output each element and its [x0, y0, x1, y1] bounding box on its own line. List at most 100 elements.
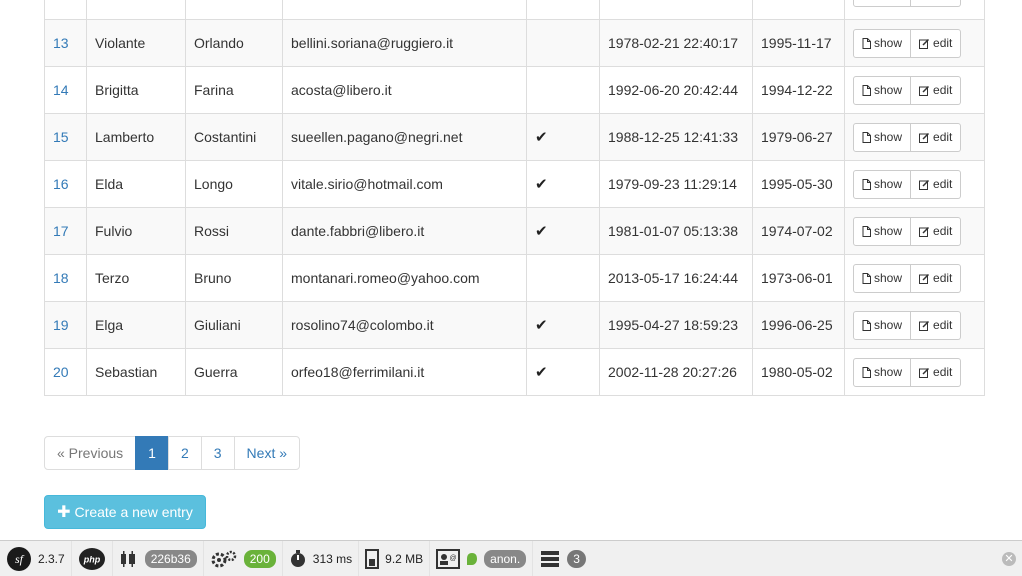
birth-date-cell: 1979-06-27 — [752, 113, 845, 161]
entry-id-cell: 18 — [44, 254, 87, 302]
page-link-1[interactable]: 1 — [135, 436, 169, 470]
enabled-cell — [526, 254, 600, 302]
table-row: 18 Terzo Bruno montanari.romeo@yahoo.com 201… — [44, 254, 985, 302]
edit-label: edit — [933, 83, 953, 97]
email-cell: orfeo18@ferrimilani.it — [282, 348, 527, 396]
checkmark-icon: ✔ — [535, 317, 548, 334]
created-at-cell: 1981-01-07 05:13:38 — [599, 207, 753, 255]
entry-id-link[interactable]: 19 — [53, 317, 69, 333]
file-icon — [862, 37, 871, 49]
row-actions: show edit — [853, 263, 962, 293]
toolbar-time[interactable]: 313 ms — [283, 540, 360, 576]
email-cell: sueellen.pagano@negri.net — [282, 113, 527, 161]
entry-id-link[interactable]: 17 — [53, 223, 69, 239]
checkmark-icon: ✔ — [535, 364, 548, 381]
page-link-2[interactable]: 2 — [167, 436, 202, 470]
toolbar-symfony[interactable]: sf 2.3.7 — [0, 540, 72, 576]
edit-icon — [919, 132, 930, 143]
entry-id-cell: 19 — [44, 301, 87, 349]
toolbar-request[interactable]: 226b36 — [113, 540, 204, 576]
row-actions: show edit — [853, 310, 962, 340]
file-icon — [862, 272, 871, 284]
show-label: show — [874, 318, 903, 332]
show-button[interactable]: show — [853, 310, 912, 340]
edit-label: edit — [933, 271, 953, 285]
row-actions: showedit — [853, 0, 962, 7]
table-row: 20 Sebastian Guerra orfeo18@ferrimilani.it ✔… — [44, 348, 985, 396]
plus-icon: ✚ — [57, 504, 71, 521]
row-actions: show edit — [853, 75, 962, 105]
stopwatch-icon — [290, 549, 305, 567]
entry-id-link[interactable]: 14 — [53, 82, 69, 98]
entry-id-link[interactable]: 15 — [53, 129, 69, 145]
email-cell: dante.fabbri@libero.it — [282, 207, 527, 255]
entry-id-cell: 13 — [44, 19, 87, 67]
edit-button[interactable]: edit — [911, 0, 962, 7]
edit-button[interactable]: edit — [911, 75, 962, 105]
entries-table: showedit13ViolanteOrlandobellini.soriana… — [44, 0, 985, 396]
table-row: 16 Elda Longo vitale.sirio@hotmail.com ✔ 1979… — [44, 160, 985, 208]
entry-id-link[interactable]: 20 — [53, 364, 69, 380]
svg-text:@: @ — [450, 555, 457, 562]
page-link-3[interactable]: 3 — [200, 436, 235, 470]
checkmark-icon: ✔ — [535, 176, 548, 193]
show-button[interactable]: show — [853, 122, 912, 152]
show-button[interactable]: show — [853, 0, 912, 7]
show-button[interactable]: show — [853, 75, 912, 105]
birth-date-cell: 1996-06-25 — [752, 301, 845, 349]
edit-button[interactable]: edit — [911, 122, 962, 152]
toolbar-php[interactable]: php — [72, 540, 113, 576]
debug-toolbar: sf 2.3.7 php 226b36 200 313 ms 9.2 MB @ … — [0, 540, 1022, 576]
birth-date-cell: 1974-07-02 — [752, 207, 845, 255]
table-row: 19 Elga Giuliani rosolino74@colombo.it ✔ 1995… — [44, 301, 985, 349]
pagination: « Previous 1 2 3 Next » — [44, 436, 301, 470]
checkmark-icon: ✔ — [535, 223, 548, 240]
show-button[interactable]: show — [853, 216, 912, 246]
toolbar-database[interactable]: 3 — [533, 541, 592, 576]
create-new-entry-button[interactable]: ✚ Create a new entry — [44, 495, 206, 529]
show-label: show — [874, 365, 903, 379]
edit-icon — [919, 367, 930, 378]
file-icon — [862, 84, 871, 96]
memory-usage: 9.2 MB — [385, 551, 424, 566]
birth-date-cell: 1980-05-02 — [752, 348, 845, 396]
created-at-cell: 1979-09-23 11:29:14 — [599, 160, 753, 208]
previous-page-link: « Previous — [44, 436, 137, 470]
created-at-cell: 1992-06-20 20:42:44 — [599, 66, 753, 114]
edit-label: edit — [933, 36, 953, 50]
next-page-link[interactable]: Next » — [233, 436, 301, 470]
email-cell: bellini.soriana@ruggiero.it — [282, 19, 527, 67]
email-cell — [282, 0, 527, 20]
entry-id-link[interactable]: 13 — [53, 35, 69, 51]
php-label: php — [82, 554, 100, 564]
entry-id-link[interactable]: 18 — [53, 270, 69, 286]
edit-label: edit — [933, 224, 953, 238]
actions-cell: showedit — [844, 113, 985, 161]
toolbar-security[interactable]: @ anon. — [430, 540, 534, 576]
first-name-cell: Elda — [86, 160, 186, 208]
first-name-cell: Sebastian — [86, 348, 186, 396]
enabled-cell — [526, 19, 600, 67]
entry-id-cell: 20 — [44, 348, 87, 396]
last-name-cell — [185, 0, 283, 20]
actions-cell: showedit — [844, 0, 985, 20]
birth-date-cell: 1994-12-22 — [752, 66, 845, 114]
edit-button[interactable]: edit — [911, 263, 962, 293]
edit-button[interactable]: edit — [911, 357, 962, 387]
edit-button[interactable]: edit — [911, 169, 962, 199]
toolbar-status[interactable]: 200 — [204, 540, 283, 576]
toolbar-memory[interactable]: 9.2 MB — [359, 540, 431, 576]
file-icon — [862, 366, 871, 378]
entry-id-link[interactable]: 16 — [53, 176, 69, 192]
edit-button[interactable]: edit — [911, 216, 962, 246]
first-name-cell: Terzo — [86, 254, 186, 302]
first-name-cell: Elga — [86, 301, 186, 349]
show-button[interactable]: show — [853, 357, 912, 387]
show-button[interactable]: show — [853, 263, 912, 293]
show-button[interactable]: show — [853, 28, 912, 58]
close-toolbar-icon[interactable]: ✕ — [1002, 552, 1016, 566]
email-cell: vitale.sirio@hotmail.com — [282, 160, 527, 208]
edit-button[interactable]: edit — [911, 310, 962, 340]
show-button[interactable]: show — [853, 169, 912, 199]
edit-button[interactable]: edit — [911, 28, 962, 58]
